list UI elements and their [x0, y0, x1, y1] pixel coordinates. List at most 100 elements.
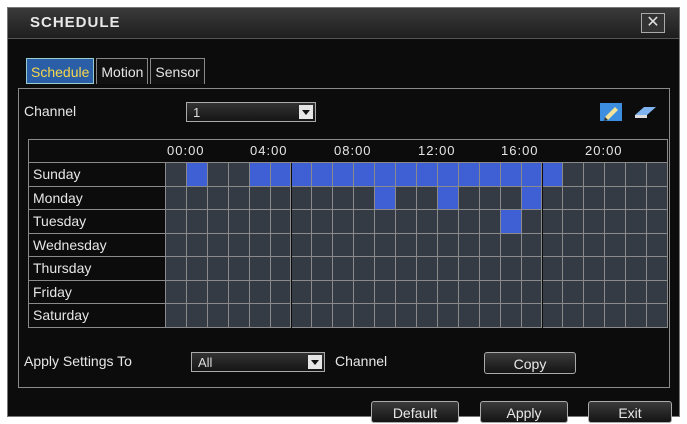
hour-cell[interactable] [270, 186, 292, 211]
hour-cell[interactable] [647, 186, 668, 211]
hour-cell[interactable] [521, 257, 543, 281]
hour-cell[interactable] [207, 257, 229, 281]
hour-cell[interactable] [166, 233, 187, 258]
hour-cell[interactable] [354, 210, 376, 234]
hour-cell[interactable] [437, 257, 459, 281]
hour-cell[interactable] [312, 233, 334, 258]
hour-cell[interactable] [521, 186, 543, 211]
hour-cell[interactable] [605, 304, 627, 328]
hour-cell[interactable] [186, 304, 208, 328]
hour-cell[interactable] [249, 163, 271, 187]
hour-cell[interactable] [542, 163, 564, 187]
hour-cell[interactable] [333, 280, 355, 305]
hour-cell[interactable] [605, 257, 627, 281]
hour-cell[interactable] [291, 304, 313, 328]
hour-cell[interactable] [584, 186, 606, 211]
hour-cell[interactable] [249, 304, 271, 328]
hour-cell[interactable] [458, 257, 480, 281]
hour-cell[interactable] [291, 186, 313, 211]
hour-cell[interactable] [291, 280, 313, 305]
hour-cell[interactable] [354, 186, 376, 211]
hour-cell[interactable] [479, 186, 501, 211]
day-label-thursday[interactable]: Thursday [28, 257, 166, 281]
hour-cell[interactable] [228, 280, 250, 305]
hour-cell[interactable] [500, 233, 522, 258]
hour-cell[interactable] [500, 304, 522, 328]
hour-cell[interactable] [500, 210, 522, 234]
hour-cell[interactable] [563, 210, 585, 234]
hour-cell[interactable] [333, 233, 355, 258]
hour-cell[interactable] [270, 163, 292, 187]
hour-cell[interactable] [584, 257, 606, 281]
hour-cell[interactable] [166, 304, 187, 328]
hour-cell[interactable] [375, 257, 397, 281]
hour-cell[interactable] [249, 186, 271, 211]
hour-cell[interactable] [542, 280, 564, 305]
hour-cell[interactable] [584, 233, 606, 258]
hour-cell[interactable] [312, 257, 334, 281]
hour-cell[interactable] [479, 210, 501, 234]
hour-cell[interactable] [417, 210, 438, 234]
hour-cell[interactable] [270, 233, 292, 258]
hour-cell[interactable] [270, 280, 292, 305]
hour-cell[interactable] [521, 163, 543, 187]
hour-cell[interactable] [626, 163, 648, 187]
hour-cell[interactable] [626, 186, 648, 211]
hour-cell[interactable] [312, 280, 334, 305]
hour-cell[interactable] [354, 233, 376, 258]
copy-button[interactable]: Copy [484, 352, 576, 374]
hour-cell[interactable] [626, 233, 648, 258]
hour-cell[interactable] [228, 163, 250, 187]
hour-cell[interactable] [437, 280, 459, 305]
hour-cell[interactable] [186, 186, 208, 211]
hour-cell[interactable] [291, 163, 313, 187]
hour-cell[interactable] [249, 257, 271, 281]
hour-cell[interactable] [647, 233, 668, 258]
hour-cell[interactable] [207, 186, 229, 211]
hour-cell[interactable] [249, 233, 271, 258]
day-label-sunday[interactable]: Sunday [28, 163, 166, 187]
hour-cell[interactable] [333, 186, 355, 211]
hour-cell[interactable] [228, 257, 250, 281]
hour-cell[interactable] [437, 163, 459, 187]
hour-cell[interactable] [417, 280, 438, 305]
hour-cell[interactable] [647, 163, 668, 187]
hour-cell[interactable] [207, 233, 229, 258]
hour-cell[interactable] [228, 186, 250, 211]
hour-cell[interactable] [291, 233, 313, 258]
hour-cell[interactable] [333, 304, 355, 328]
tab-motion[interactable]: Motion [96, 58, 149, 84]
apply-to-select[interactable]: All [191, 352, 325, 372]
apply-button[interactable]: Apply [480, 401, 568, 423]
hour-cell[interactable] [584, 210, 606, 234]
hour-cell[interactable] [500, 280, 522, 305]
hour-cell[interactable] [312, 186, 334, 211]
default-button[interactable]: Default [371, 401, 459, 423]
day-label-monday[interactable]: Monday [28, 186, 166, 210]
hour-cell[interactable] [458, 210, 480, 234]
hour-cell[interactable] [647, 257, 668, 281]
hour-cell[interactable] [521, 280, 543, 305]
hour-cell[interactable] [605, 233, 627, 258]
hour-cell[interactable] [626, 280, 648, 305]
hour-cell[interactable] [207, 163, 229, 187]
hour-cell[interactable] [354, 280, 376, 305]
hour-cell[interactable] [396, 233, 417, 258]
hour-cell[interactable] [291, 257, 313, 281]
hour-cell[interactable] [542, 186, 564, 211]
hour-cell[interactable] [479, 163, 501, 187]
hour-cell[interactable] [417, 163, 438, 187]
hour-cell[interactable] [626, 304, 648, 328]
hour-cell[interactable] [458, 163, 480, 187]
hour-cell[interactable] [166, 163, 187, 187]
hour-cell[interactable] [542, 257, 564, 281]
day-label-saturday[interactable]: Saturday [28, 304, 166, 328]
hour-cell[interactable] [521, 210, 543, 234]
hour-cell[interactable] [626, 210, 648, 234]
hour-cell[interactable] [375, 186, 397, 211]
hour-cell[interactable] [563, 186, 585, 211]
hour-cell[interactable] [375, 280, 397, 305]
hour-cell[interactable] [166, 280, 187, 305]
hour-cell[interactable] [228, 233, 250, 258]
exit-button[interactable]: Exit [588, 401, 672, 423]
